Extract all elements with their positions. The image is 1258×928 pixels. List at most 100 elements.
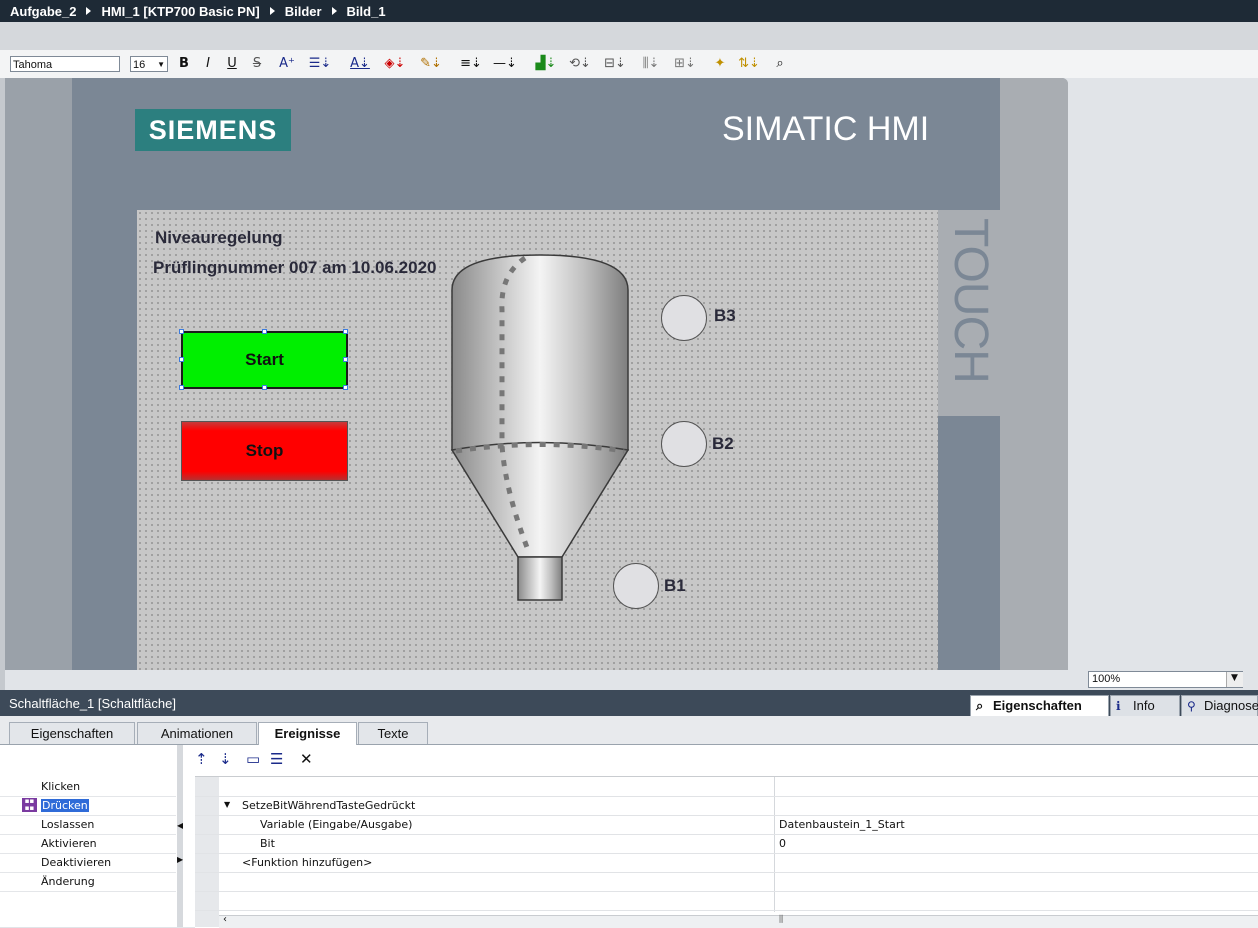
italic-button[interactable]: I <box>201 55 215 73</box>
resize-handle[interactable] <box>179 385 184 390</box>
sensor-b3-label: B3 <box>714 306 736 325</box>
list-icon[interactable]: ☰ <box>270 750 283 768</box>
chevron-right-icon <box>269 7 275 15</box>
diagnostics-icon: ⚲ <box>1187 699 1196 713</box>
layer-order-icon[interactable]: ⇅⇣ <box>734 55 764 73</box>
list-divider <box>0 853 176 854</box>
event-item-aktivieren[interactable]: Aktivieren <box>41 837 97 850</box>
stop-button[interactable]: Stop <box>181 421 348 481</box>
rotate-icon[interactable]: ⟲⇣ <box>565 55 595 73</box>
breadcrumb: Aufgabe_2 HMI_1 [KTP700 Basic PN] Bilder… <box>0 0 1258 22</box>
strikethrough-button[interactable]: S <box>250 55 264 73</box>
tab-ereignisse[interactable]: Ereignisse <box>258 722 357 745</box>
resize-handle[interactable] <box>262 329 267 334</box>
event-item-deaktivieren[interactable]: Deaktivieren <box>41 856 111 869</box>
event-item-druecken[interactable]: Drücken <box>41 799 89 812</box>
distribute-icon[interactable]: ⫼⇣ <box>636 55 666 73</box>
list-divider <box>0 815 176 816</box>
tab-texte[interactable]: Texte <box>358 722 428 744</box>
screen-title[interactable]: Niveauregelung <box>155 228 283 248</box>
breadcrumb-item-screens[interactable]: Bilder <box>285 4 322 19</box>
param-value[interactable]: Datenbaustein_1_Start <box>779 818 905 831</box>
event-item-aenderung[interactable]: Änderung <box>41 875 95 888</box>
resize-handle[interactable] <box>262 385 267 390</box>
sensor-b2-indicator[interactable] <box>661 421 707 467</box>
event-assigned-icon: ▪▪ ▪▪ <box>22 798 37 812</box>
param-value[interactable]: 0 <box>779 837 786 850</box>
scroll-grip-icon[interactable]: ⫼ <box>779 915 783 925</box>
size-icon[interactable]: ⊞⇣ <box>670 55 700 73</box>
screen-subtitle[interactable]: Prüflingnummer 007 am 10.06.2020 <box>153 258 436 278</box>
resize-handle[interactable] <box>343 385 348 390</box>
font-size-grow-icon[interactable]: A⁺ <box>274 55 300 73</box>
chevron-down-icon[interactable]: ▼ <box>1226 672 1243 687</box>
properties-icon: ⌕ <box>976 698 984 713</box>
chevron-right-icon <box>331 7 337 15</box>
breadcrumb-item-screen[interactable]: Bild_1 <box>347 4 386 19</box>
font-color-icon[interactable]: A⇣ <box>346 55 374 73</box>
move-down-icon[interactable]: ⇣ <box>219 750 232 768</box>
scroll-left-icon[interactable]: ‹ <box>223 914 227 925</box>
delete-icon[interactable]: ✕ <box>300 750 313 768</box>
line-width-icon[interactable]: ≡⇣ <box>457 55 485 73</box>
touch-label: TOUCH <box>944 218 997 383</box>
line-style-icon[interactable]: —⇣ <box>490 55 520 73</box>
zoom-icon[interactable]: ⌕ <box>770 55 790 73</box>
events-list <box>0 745 183 927</box>
param-label: Variable (Eingabe/Ausgabe) <box>260 818 413 831</box>
table-row <box>195 872 1258 892</box>
resize-handle[interactable] <box>179 329 184 334</box>
font-size-value: 16 <box>133 59 146 71</box>
resize-handle[interactable] <box>179 357 184 362</box>
table-row[interactable] <box>195 834 1258 854</box>
param-label: Bit <box>260 837 275 850</box>
sensor-b1-label: B1 <box>664 576 686 595</box>
event-item-klicken[interactable]: Klicken <box>41 780 80 793</box>
function-name[interactable]: SetzeBitWährendTasteGedrückt <box>242 799 415 812</box>
fill-color-icon[interactable]: ◈⇣ <box>381 55 409 73</box>
font-size-select[interactable]: 16 ▼ <box>130 56 168 72</box>
list-divider <box>0 872 176 873</box>
chevron-down-icon: ▼ <box>157 60 165 69</box>
underline-button[interactable]: U <box>225 55 239 73</box>
format-toolbar: Tahoma 16 ▼ B I U S A⁺ ☰⇣ A⇣ ◈⇣ ✎⇣ ≡⇣ —⇣… <box>0 50 1258 79</box>
line-color-icon[interactable]: ✎⇣ <box>416 55 446 73</box>
event-item-loslassen[interactable]: Loslassen <box>41 818 94 831</box>
resize-handle[interactable] <box>343 357 348 362</box>
chevron-right-icon <box>86 7 92 15</box>
tab-label: Info <box>1133 698 1155 713</box>
sensor-b1-indicator[interactable] <box>613 563 659 609</box>
horizontal-scrollbar[interactable]: ‹ ⫼ <box>219 914 1258 928</box>
tab-eigenschaften[interactable]: Eigenschaften <box>9 722 135 744</box>
zoom-select[interactable]: 100% <box>1088 671 1243 688</box>
expand-icon[interactable]: ▼ <box>224 800 230 809</box>
format-painter-icon[interactable]: ✦ <box>710 55 730 73</box>
tab-label: Diagnose <box>1204 698 1258 713</box>
font-family-value: Tahoma <box>13 59 53 71</box>
info-icon: ℹ <box>1116 699 1121 713</box>
sensor-b3-indicator[interactable] <box>661 295 707 341</box>
add-function-item[interactable]: <Funktion hinzufügen> <box>242 856 372 869</box>
start-button[interactable]: Start <box>181 331 348 389</box>
bold-button[interactable]: B <box>177 55 191 73</box>
editor-header-bar <box>0 22 1258 51</box>
product-label: SIMATIC HMI <box>722 110 930 148</box>
list-divider <box>0 834 176 835</box>
center-icon[interactable]: ⊟⇣ <box>600 55 630 73</box>
tab-info-top[interactable]: ℹ Info <box>1110 695 1180 717</box>
breadcrumb-item-project[interactable]: Aufgabe_2 <box>10 4 76 19</box>
align-icon[interactable]: ▟⇣ <box>531 55 561 73</box>
move-up-icon[interactable]: ⇡ <box>195 750 208 768</box>
breadcrumb-item-device[interactable]: HMI_1 [KTP700 Basic PN] <box>101 4 259 19</box>
tab-properties-top[interactable]: ⌕ Eigenschaften <box>970 695 1109 717</box>
grid-header-row <box>195 777 1258 797</box>
silo-graphic[interactable] <box>440 250 640 605</box>
resize-handle[interactable] <box>343 329 348 334</box>
text-align-icon[interactable]: ☰⇣ <box>305 55 335 73</box>
font-family-select[interactable]: Tahoma <box>10 56 120 72</box>
folder-icon[interactable]: ▭ <box>246 750 260 768</box>
inspector-title: Schaltfläche_1 [Schaltfläche] <box>9 696 176 711</box>
hmi-device-right-edge <box>1000 78 1068 670</box>
tab-diagnostics-top[interactable]: ⚲ Diagnose <box>1181 695 1258 717</box>
tab-animationen[interactable]: Animationen <box>137 722 257 744</box>
